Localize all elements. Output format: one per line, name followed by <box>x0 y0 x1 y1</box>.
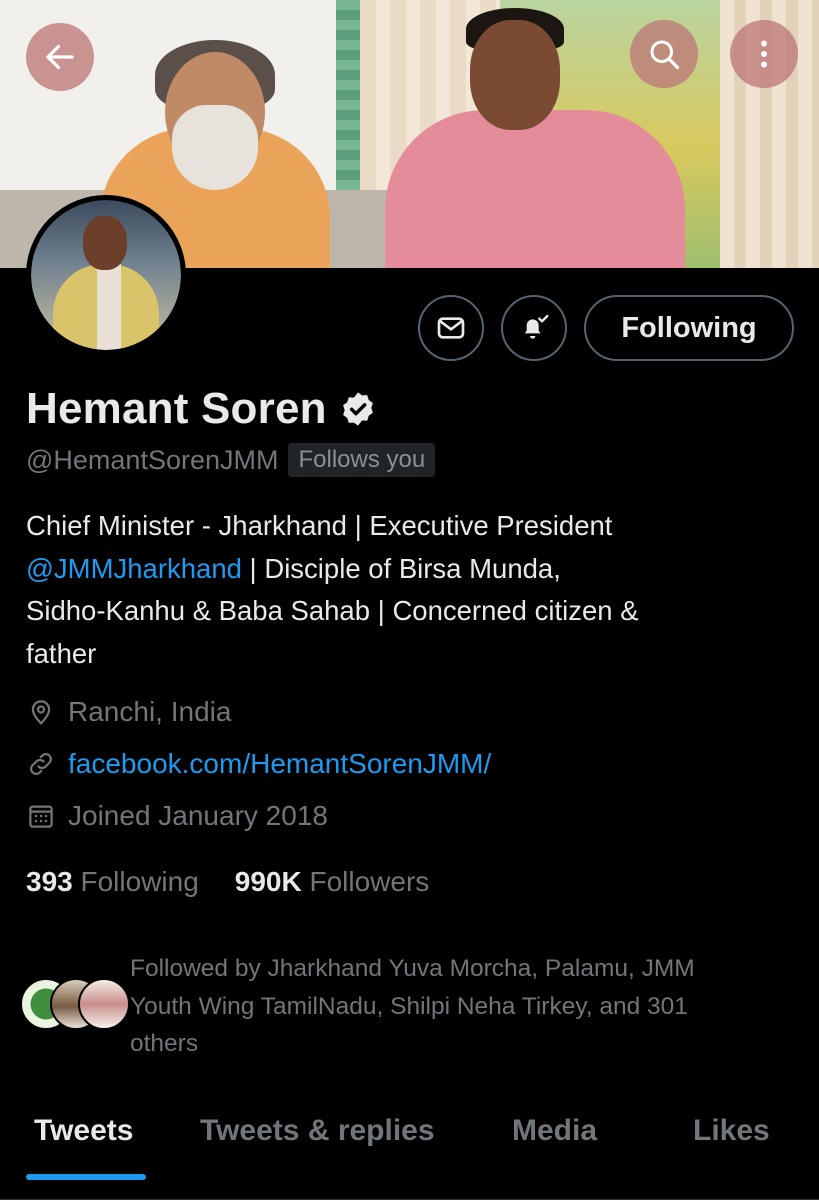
message-button[interactable] <box>418 295 484 361</box>
bell-check-icon <box>524 314 549 339</box>
profile-bio: Chief Minister - Jharkhand | Executive P… <box>26 505 796 675</box>
followed-by-line: Youth Wing TamilNadu, Shilpi Neha Tirkey… <box>130 992 688 1020</box>
following-button[interactable]: Following <box>584 295 794 361</box>
profile-name: Hemant Soren <box>26 384 327 433</box>
followed-by-avatars <box>20 978 130 1030</box>
bio-line: Sidho-Kanhu & Baba Sahab | Concerned cit… <box>26 595 639 626</box>
search-button[interactable] <box>630 20 698 88</box>
profile-tabs: Tweets Tweets & replies Media Likes <box>0 1106 819 1200</box>
profile-location: Ranchi, India <box>26 696 231 728</box>
profile-joined: Joined January 2018 <box>26 800 328 832</box>
more-button[interactable] <box>730 20 798 88</box>
profile-stats: 393 Following 990K Followers <box>26 866 465 898</box>
followers-count: 990K <box>234 866 302 897</box>
bio-line: Chief Minister - Jharkhand | Executive P… <box>26 510 613 541</box>
location-pin-icon <box>31 700 51 725</box>
banner-person-right-body <box>385 110 685 268</box>
location-text: Ranchi, India <box>68 696 232 727</box>
tab-tweets[interactable]: Tweets <box>34 1114 133 1148</box>
website-link[interactable]: facebook.com/HemantSorenJMM/ <box>68 748 491 780</box>
tab-tweets-replies[interactable]: Tweets & replies <box>200 1114 435 1148</box>
banner-person-left-beard <box>172 105 258 190</box>
followed-by-text: Followed by Jharkhand Yuva Morcha, Palam… <box>130 950 800 1063</box>
tab-media[interactable]: Media <box>512 1114 597 1148</box>
profile-website: facebook.com/HemantSorenJMM/ <box>26 748 491 780</box>
followers-count-link[interactable]: 990K Followers <box>235 866 430 898</box>
active-tab-indicator <box>26 1174 146 1180</box>
banner-person-right-head <box>470 20 560 130</box>
bio-mention-link[interactable]: @JMMJharkhand <box>26 553 242 584</box>
more-vertical-icon <box>761 40 767 68</box>
bio-line: @JMMJharkhand | Disciple of Birsa Munda, <box>26 548 796 591</box>
followed-by-line: others <box>130 1030 199 1057</box>
profile-avatar[interactable] <box>26 195 186 355</box>
bio-line: father <box>26 637 97 669</box>
follower-avatar <box>78 978 130 1030</box>
avatar-person-face <box>83 216 127 270</box>
notifications-button[interactable] <box>501 295 567 361</box>
mail-icon <box>437 317 465 339</box>
following-count-link[interactable]: 393 Following <box>26 866 199 898</box>
followed-by-line: Followed by Jharkhand Yuva Morcha, Palam… <box>130 955 695 982</box>
calendar-icon <box>29 805 53 828</box>
tab-likes[interactable]: Likes <box>693 1114 770 1148</box>
followers-label: Followers <box>309 866 430 897</box>
following-label: Following <box>80 866 199 897</box>
verified-badge-icon <box>342 392 373 426</box>
avatar-person-scarf <box>97 264 121 350</box>
search-icon <box>650 40 680 70</box>
profile-handle: @HemantSorenJMM <box>26 444 279 475</box>
joined-text: Joined January 2018 <box>68 800 328 831</box>
profile-name-row: Hemant Soren <box>26 384 377 434</box>
arrow-left-icon <box>46 44 74 70</box>
profile-handle-row: @HemantSorenJMM Follows you <box>26 443 436 477</box>
follows-you-badge: Follows you <box>288 443 436 477</box>
link-icon <box>30 753 52 775</box>
following-count: 393 <box>26 866 73 897</box>
back-button[interactable] <box>26 23 94 91</box>
avatar-photo <box>31 200 181 350</box>
bio-text: | Disciple of Birsa Munda, <box>241 552 561 584</box>
